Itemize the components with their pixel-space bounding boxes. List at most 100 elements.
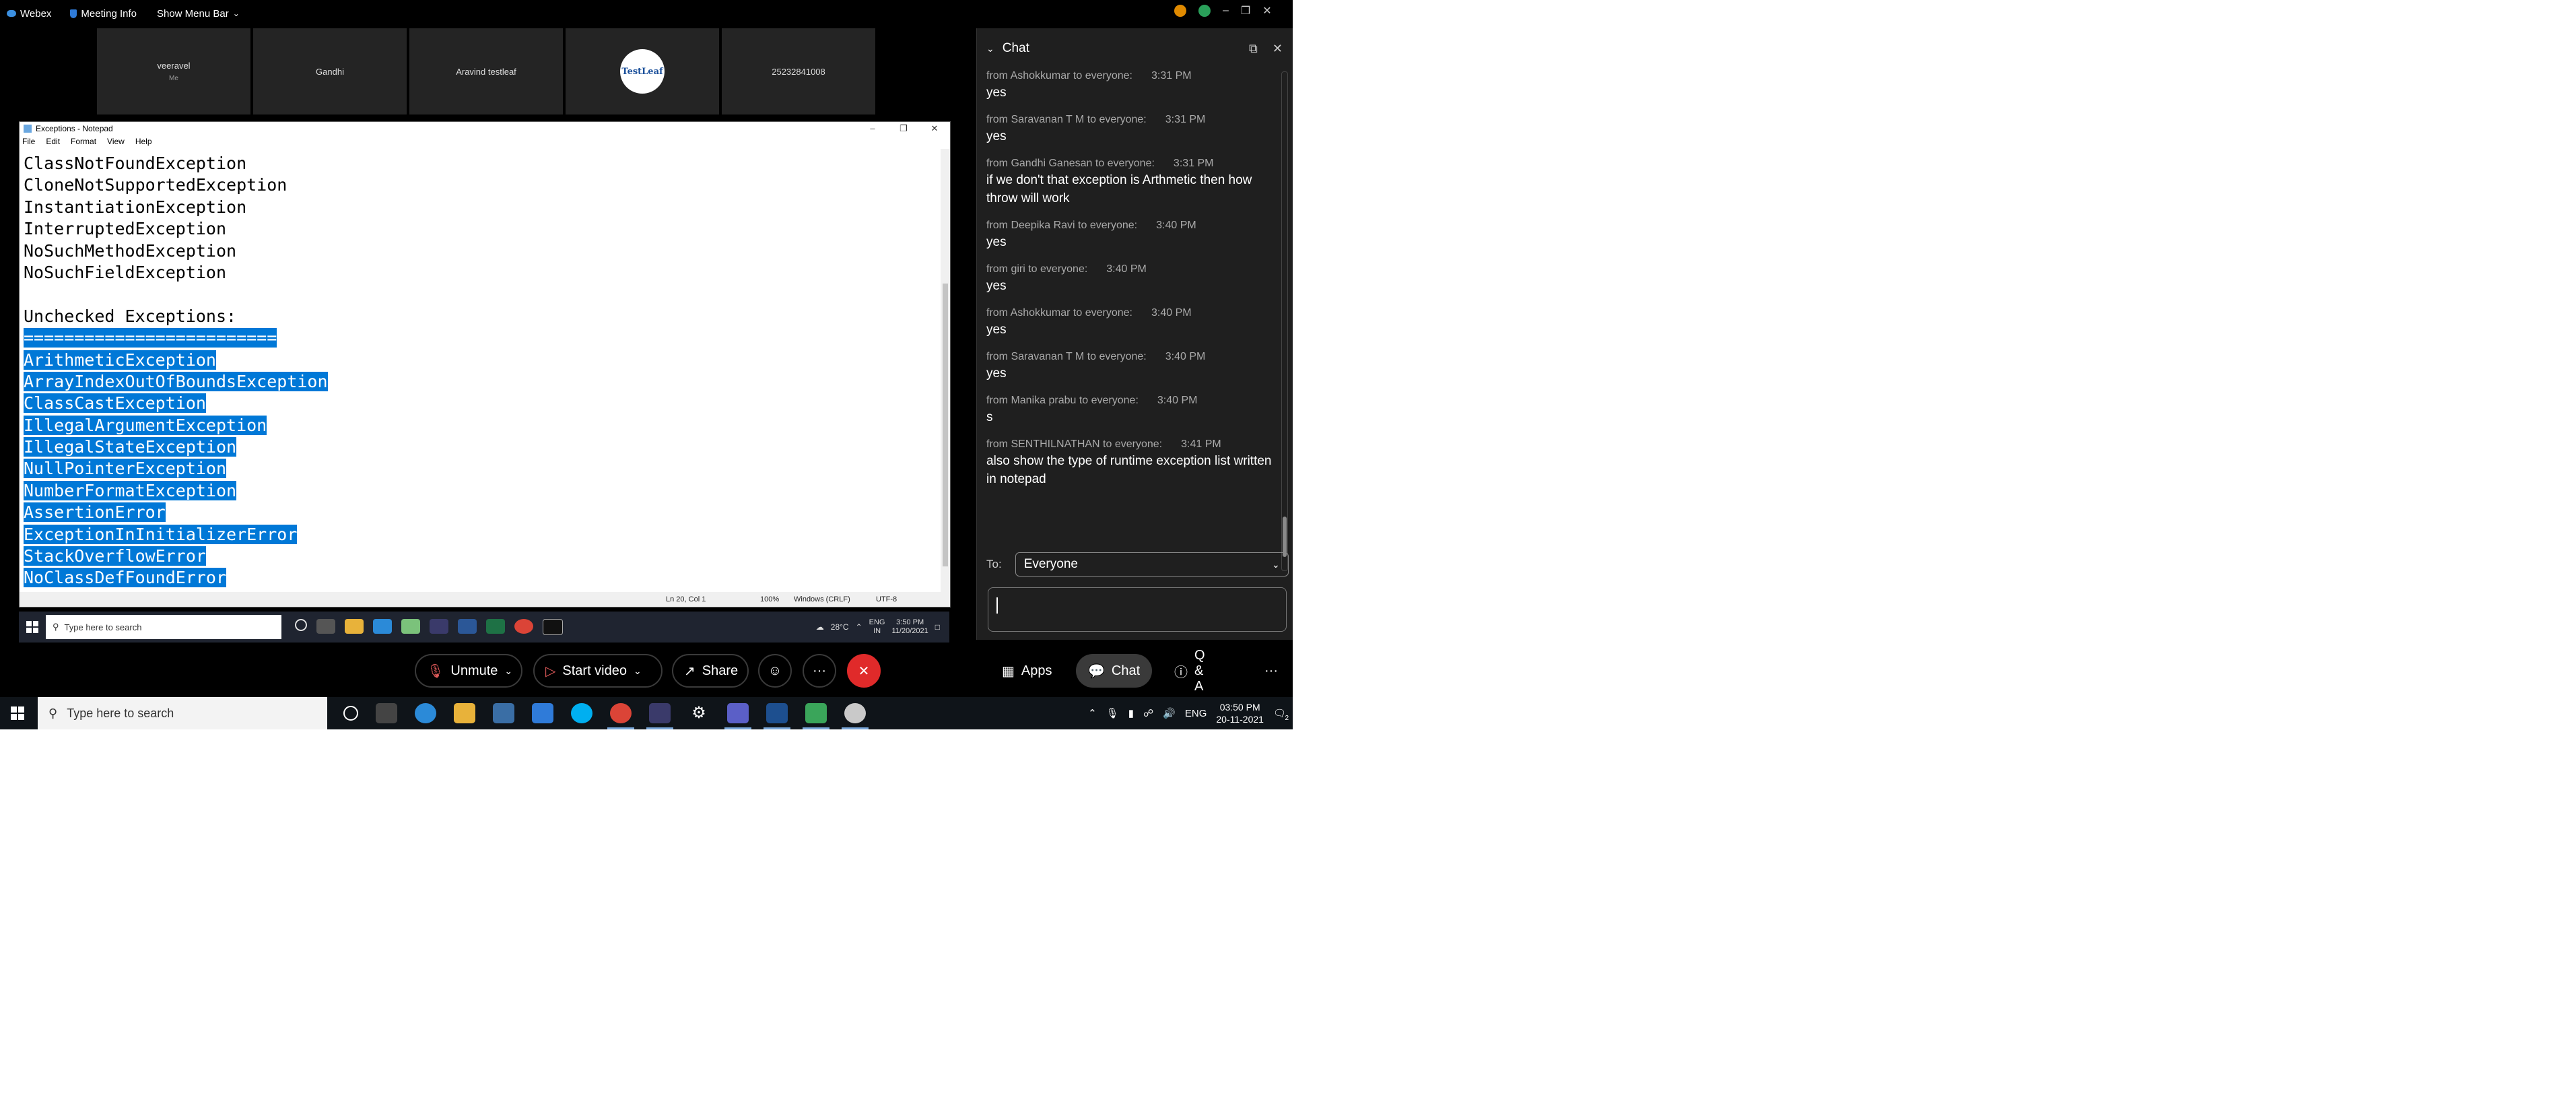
menu-format[interactable]: Format [71,137,96,146]
shared-taskbar: ⚲ Type here to search ☁ 28°C ⌃ ENG IN 3:5… [19,612,949,643]
close-icon[interactable]: ✕ [1273,42,1283,56]
cortana-icon[interactable] [343,706,358,721]
eclipse-icon[interactable] [430,619,448,634]
menu-help[interactable]: Help [135,137,152,146]
cmd-icon[interactable] [543,619,563,635]
participant-tile[interactable]: veeravel Me [97,28,250,114]
reactions-button[interactable]: ☺ [758,654,792,688]
chat-message-list[interactable]: from Ashokkumar to everyone: 3:31 PM yes fr… [977,69,1280,567]
windows-start-icon[interactable] [5,706,30,720]
eclipse-icon[interactable] [646,703,673,729]
battery-icon[interactable]: ▮ [1128,707,1134,719]
teams-icon[interactable] [724,703,751,729]
search-input[interactable]: ⚲ Type here to search [38,697,327,729]
volume-icon[interactable]: 🔊 [1163,707,1176,719]
notepad-text-area[interactable]: ClassNotFoundException CloneNotSupportedE… [24,153,933,588]
tray-chevron-icon[interactable]: ⌃ [1088,707,1097,719]
notification-icon[interactable]: □ [935,622,940,632]
participant-name: 25232841008 [772,66,825,77]
store-icon[interactable] [493,703,514,723]
search-input[interactable]: ⚲ Type here to search [46,615,281,639]
participant-tile[interactable]: Aravind testleaf [409,28,563,114]
clock[interactable]: 3:50 PM 11/20/2021 [892,618,928,636]
participant-tile[interactable]: TestLeaf [566,28,719,114]
status-icon[interactable] [1198,5,1211,17]
excel-icon[interactable] [486,619,505,634]
close-icon[interactable]: ✕ [919,123,950,134]
chevron-down-icon[interactable]: ⌄ [634,665,642,677]
text-line: NoClassDefFoundError [24,567,933,589]
close-icon[interactable]: ✕ [1262,4,1271,18]
task-view-icon[interactable] [316,619,335,634]
clock[interactable]: 03:50 PM 20-11-2021 [1216,701,1264,725]
file-explorer-icon[interactable] [454,703,475,723]
message-sender: from Ashokkumar to everyone: 3:31 PM [986,70,1192,81]
message-time: 3:31 PM [1165,114,1206,125]
screen: Webex Meeting Info Show Menu Bar ⌄ – ❐ ✕… [0,0,1293,729]
line-text: Unchecked Exceptions: [24,306,237,326]
windows-start-icon[interactable] [19,612,46,643]
cloud-sync-icon[interactable] [803,703,829,729]
scroll-thumb[interactable] [1283,517,1287,557]
popout-icon[interactable]: ⧉ [1249,42,1258,56]
chat-message: from Deepika Ravi to everyone: 3:40 PM yes [977,218,1280,251]
search-icon: ⚲ [53,622,59,632]
chevron-down-icon[interactable]: ⌄ [986,43,994,55]
maximize-icon[interactable]: ❐ [888,123,919,134]
meeting-info-button[interactable]: Meeting Info [70,8,137,20]
tray-chevron-icon[interactable]: ⌃ [856,622,862,632]
participant-tile[interactable]: Gandhi [253,28,407,114]
share-button[interactable]: ↗ Share [672,654,749,688]
chat-message-input[interactable] [988,587,1287,632]
cortana-icon[interactable] [295,619,307,631]
settings-icon[interactable]: ⚙ [688,703,710,723]
restore-icon[interactable]: ❐ [1241,4,1250,18]
task-view-icon[interactable] [376,703,397,723]
chrome-icon[interactable] [514,619,533,634]
menu-file[interactable]: File [22,137,35,146]
smiley-icon: ☺ [768,663,782,678]
edge-icon[interactable] [373,619,392,634]
network-icon[interactable]: ☍ [1143,707,1153,719]
chat-header: ⌄ Chat ⧉ ✕ [977,28,1293,69]
qa-button[interactable]: ⓘ Q & A [1162,648,1217,694]
notepadpp-icon[interactable] [401,619,420,634]
minimize-icon[interactable]: – [1223,5,1229,17]
recipient-select[interactable]: Everyone ⌄ [1015,552,1289,577]
menu-edit[interactable]: Edit [46,137,60,146]
chat-button[interactable]: 💬 Chat [1076,654,1153,688]
unmute-button[interactable]: 🎙 Unmute ⌄ [415,654,522,688]
notepad-scrollbar[interactable] [941,149,950,593]
avatar[interactable] [1174,5,1186,17]
chevron-down-icon[interactable]: ⌄ [504,665,512,677]
menu-view[interactable]: View [107,137,125,146]
leave-meeting-button[interactable]: ✕ [847,654,881,688]
word-icon[interactable] [458,619,477,634]
microphone-icon[interactable]: 🎙 [1106,707,1119,719]
mail-icon[interactable] [532,703,553,723]
text-line: IllegalStateException [24,436,933,458]
notification-icon[interactable]: 🗨 2 [1273,707,1289,722]
skype-icon[interactable] [571,703,592,723]
selected-text: ArrayIndexOutOfBoundsException [24,371,328,391]
edge-icon[interactable] [415,703,436,723]
language-indicator[interactable]: ENG IN [869,618,885,636]
text-line: InterruptedException [24,218,933,240]
more-options-button[interactable]: ··· [803,654,836,688]
text-line: ArithmeticException [24,350,933,371]
webex-icon[interactable] [764,703,790,729]
webex-menu[interactable]: Webex [7,8,51,20]
language-indicator[interactable]: ENG [1185,708,1207,719]
apps-button[interactable]: ▦ Apps [990,654,1064,688]
chrome-icon[interactable] [607,703,634,729]
overflow-menu-button[interactable]: ··· [1252,654,1290,688]
chat-scrollbar[interactable] [1281,71,1288,571]
minimize-icon[interactable]: – [857,123,888,134]
scroll-thumb[interactable] [943,284,948,566]
weather-icon[interactable]: ☁ [816,622,824,632]
paint-icon[interactable] [842,703,869,729]
participant-tile[interactable]: 25232841008 [722,28,875,114]
start-video-button[interactable]: ▷ Start video ⌄ [533,654,663,688]
show-menu-bar-button[interactable]: Show Menu Bar ⌄ [157,8,240,20]
file-explorer-icon[interactable] [345,619,364,634]
